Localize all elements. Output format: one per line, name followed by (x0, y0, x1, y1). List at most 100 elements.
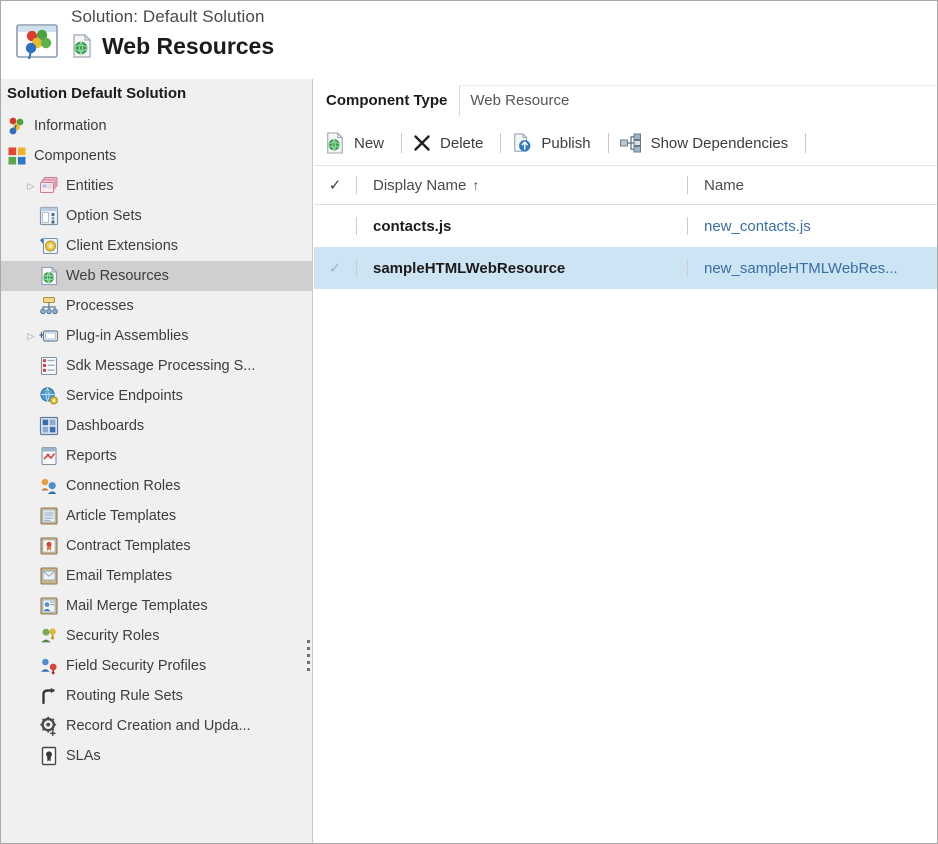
processes-icon (39, 296, 59, 316)
publish-button-label: Publish (541, 135, 590, 152)
security-roles-icon (39, 626, 59, 646)
sidebar-item-label: Web Resources (66, 268, 169, 284)
component-type-label: Component Type (326, 92, 447, 109)
component-list-pane: Component Type Web Resource New De (314, 79, 938, 844)
sort-ascending-icon: ↑ (472, 177, 479, 193)
show-dependencies-icon (620, 133, 642, 153)
sidebar-item-field-security-profiles[interactable]: Field Security Profiles (1, 651, 312, 681)
sidebar-item-label: Reports (66, 448, 117, 464)
new-web-resource-icon (325, 132, 345, 154)
sidebar-item-label: Dashboards (66, 418, 144, 434)
grid-body: contacts.jsnew_contacts.js✓sampleHTMLWeb… (314, 205, 938, 289)
delete-x-icon (413, 134, 431, 152)
connection-roles-icon (39, 476, 59, 496)
sidebar-item-label: Routing Rule Sets (66, 688, 183, 704)
page-title: Web Resources (102, 32, 274, 60)
contract-templates-icon (39, 536, 59, 556)
sidebar-item-label: Security Roles (66, 628, 159, 644)
plugin-assemblies-icon (39, 326, 59, 346)
sidebar-item-article-templates[interactable]: Article Templates (1, 501, 312, 531)
toolbar-divider (500, 133, 501, 153)
checkmark-icon: ✓ (329, 176, 342, 194)
sidebar-item-label: SLAs (66, 748, 101, 764)
toolbar-divider (401, 133, 402, 153)
sidebar-item-security-roles[interactable]: Security Roles (1, 621, 312, 651)
sidebar-item-label: Contract Templates (66, 538, 191, 554)
sidebar-item-slas[interactable]: SLAs (1, 741, 312, 771)
sidebar-item-label: Components (34, 148, 116, 164)
sidebar-item-mail-merge-templates[interactable]: Mail Merge Templates (1, 591, 312, 621)
sidebar-item-components[interactable]: Components (1, 141, 312, 171)
components-icon (7, 146, 27, 166)
web-resources-grid: ✓ Display Name ↑ Name contacts.jsnew_cont… (314, 166, 938, 289)
table-row[interactable]: contacts.jsnew_contacts.js (314, 205, 938, 247)
component-type-row: Component Type Web Resource (314, 79, 938, 121)
sidebar-item-client-extensions[interactable]: Client Extensions (1, 231, 312, 261)
sidebar-item-service-endpoints[interactable]: Service Endpoints (1, 381, 312, 411)
sidebar-item-plug-in-assemblies[interactable]: ▷Plug-in Assemblies (1, 321, 312, 351)
sidebar-item-label: Processes (66, 298, 134, 314)
toolbar-divider (805, 133, 806, 153)
sidebar-item-routing-rule-sets[interactable]: Routing Rule Sets (1, 681, 312, 711)
information-icon (7, 116, 27, 136)
option-sets-icon (39, 206, 59, 226)
select-all-checkbox[interactable]: ✓ (314, 176, 356, 194)
record-creation-icon (39, 716, 59, 736)
column-header-display-name-label: Display Name (373, 177, 466, 194)
window-titlebar: Solution: Default Solution Web Resources (1, 1, 938, 79)
sidebar-item-label: Sdk Message Processing S... (66, 358, 255, 374)
grid-header-row: ✓ Display Name ↑ Name (314, 166, 938, 205)
title-block: Solution: Default Solution Web Resources (71, 5, 274, 60)
slas-icon (39, 746, 59, 766)
row-checkbox[interactable]: ✓ (314, 259, 356, 277)
pane-splitter-grip[interactable] (306, 640, 311, 674)
show-dependencies-button-label: Show Dependencies (651, 135, 789, 152)
solution-subtitle: Solution: Default Solution (71, 5, 274, 29)
mail-merge-templates-icon (39, 596, 59, 616)
sidebar-item-connection-roles[interactable]: Connection Roles (1, 471, 312, 501)
chevron-right-icon[interactable]: ▷ (23, 171, 39, 201)
column-header-name[interactable]: Name (688, 177, 938, 194)
entities-icon (39, 176, 59, 196)
service-endpoints-icon (39, 386, 59, 406)
table-row[interactable]: ✓sampleHTMLWebResourcenew_sampleHTMLWebR… (314, 247, 938, 289)
sidebar-item-entities[interactable]: ▷Entities (1, 171, 312, 201)
routing-rule-sets-icon (39, 686, 59, 706)
delete-button-label: Delete (440, 135, 483, 152)
new-button[interactable]: New (320, 128, 395, 158)
reports-icon (39, 446, 59, 466)
sidebar-item-web-resources[interactable]: Web Resources (1, 261, 312, 291)
sidebar-item-sdk-message-processing-s[interactable]: Sdk Message Processing S... (1, 351, 312, 381)
field-security-profiles-icon (39, 656, 59, 676)
sidebar-item-label: Email Templates (66, 568, 172, 584)
sidebar-item-label: Article Templates (66, 508, 176, 524)
email-templates-icon (39, 566, 59, 586)
sidebar-item-processes[interactable]: Processes (1, 291, 312, 321)
sidebar-item-label: Record Creation and Upda... (66, 718, 251, 734)
component-type-value[interactable]: Web Resource (459, 85, 938, 116)
cell-name-link[interactable]: new_contacts.js (688, 218, 938, 235)
solution-sidebar: Solution Default Solution Information Com… (1, 79, 313, 844)
article-templates-icon (39, 506, 59, 526)
sidebar-item-option-sets[interactable]: Option Sets (1, 201, 312, 231)
sidebar-item-label: Connection Roles (66, 478, 180, 494)
sidebar-item-information[interactable]: Information (1, 111, 312, 141)
cell-name-link[interactable]: new_sampleHTMLWebRes... (688, 260, 938, 277)
column-header-display-name[interactable]: Display Name ↑ (357, 177, 687, 194)
delete-button[interactable]: Delete (408, 128, 494, 158)
new-button-label: New (354, 135, 384, 152)
sidebar-item-contract-templates[interactable]: Contract Templates (1, 531, 312, 561)
sidebar-item-label: Service Endpoints (66, 388, 183, 404)
chevron-right-icon[interactable]: ▷ (23, 321, 39, 351)
sidebar-item-reports[interactable]: Reports (1, 441, 312, 471)
web-resource-icon (71, 34, 93, 58)
sidebar-item-record-creation-and-upda[interactable]: Record Creation and Upda... (1, 711, 312, 741)
sidebar-item-dashboards[interactable]: Dashboards (1, 411, 312, 441)
publish-button[interactable]: Publish (507, 128, 601, 158)
sidebar-item-email-templates[interactable]: Email Templates (1, 561, 312, 591)
sidebar-header: Solution Default Solution (1, 79, 312, 109)
sidebar-item-label: Information (34, 118, 107, 134)
checkmark-icon: ✓ (329, 259, 342, 277)
sidebar-nav-list: Information Components ▷EntitiesOption Set… (1, 109, 312, 771)
show-dependencies-button[interactable]: Show Dependencies (615, 128, 800, 158)
